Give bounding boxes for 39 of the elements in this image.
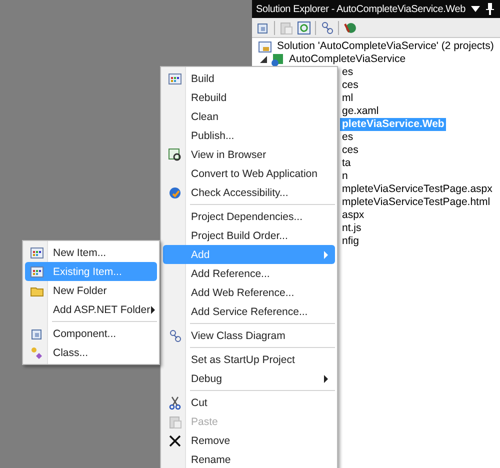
menu-item[interactable]: View Class Diagram xyxy=(163,326,335,345)
tree-item[interactable]: aspx xyxy=(340,209,366,222)
menu-item[interactable]: New Folder xyxy=(25,281,157,300)
menu-item[interactable]: Set as StartUp Project xyxy=(163,350,335,369)
menu-item[interactable]: Clean xyxy=(163,107,335,126)
tree-item[interactable]: ml xyxy=(340,92,356,105)
menu-item[interactable]: Rename xyxy=(163,450,335,468)
tree-item[interactable]: n xyxy=(340,170,350,183)
menu-item[interactable]: New Item... xyxy=(25,243,157,262)
panel-title: Solution Explorer - AutoCompleteViaService.Web xyxy=(256,4,466,14)
tree-item[interactable]: ces xyxy=(340,144,360,157)
menu-item[interactable]: Build xyxy=(163,69,335,88)
menu-item[interactable]: Cut xyxy=(163,393,335,412)
menu-item[interactable]: Rebuild xyxy=(163,88,335,107)
menu-item[interactable]: Publish... xyxy=(163,126,335,145)
menu-item[interactable]: Remove xyxy=(163,431,335,450)
menu-item[interactable]: Project Dependencies... xyxy=(163,207,335,226)
tree-item[interactable]: es xyxy=(340,66,356,79)
tree-item[interactable]: mpleteViaServiceTestPage.aspx xyxy=(340,183,494,196)
tree-item[interactable]: ge.xaml xyxy=(340,105,381,118)
menu-item[interactable]: Debug xyxy=(163,369,335,388)
menu-item[interactable]: Add Web Reference... xyxy=(163,283,335,302)
menu-item[interactable]: Add Service Reference... xyxy=(163,302,335,321)
tree-item[interactable]: ta xyxy=(340,157,353,170)
menu-item[interactable]: Component... xyxy=(25,324,157,343)
menu-item[interactable]: Convert to Web Application xyxy=(163,164,335,183)
tree-item[interactable]: AutoCompleteViaService xyxy=(287,53,408,66)
menu-item[interactable]: Add Reference... xyxy=(163,264,335,283)
tree-item[interactable]: ces xyxy=(340,79,360,92)
menu-item[interactable]: Project Build Order... xyxy=(163,226,335,245)
tree-item[interactable]: Solution 'AutoCompleteViaService' (2 projects) xyxy=(275,40,496,53)
menu-item[interactable]: Add ASP.NET Folder xyxy=(25,300,157,319)
menu-item[interactable]: Class... xyxy=(25,343,157,362)
menu-item[interactable]: Check Accessibility... xyxy=(163,183,335,202)
tree-item[interactable]: mpleteViaServiceTestPage.html xyxy=(340,196,492,209)
menu-item[interactable]: View in Browser xyxy=(163,145,335,164)
tree-item[interactable]: nt.js xyxy=(340,222,364,235)
tree-item[interactable]: es xyxy=(340,131,356,144)
tree-item[interactable]: nfig xyxy=(340,235,361,248)
